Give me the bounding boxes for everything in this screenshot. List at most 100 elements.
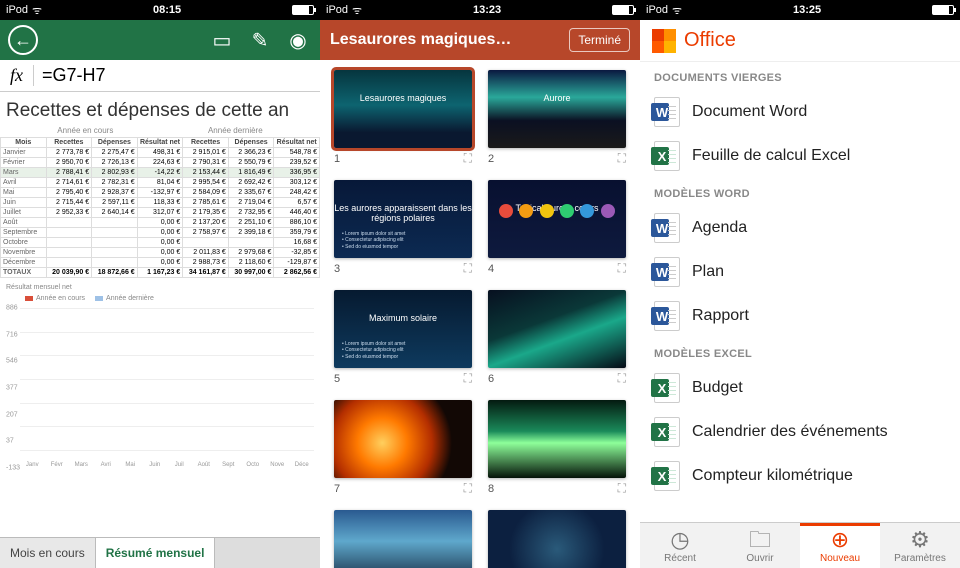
office-header: Office (640, 20, 960, 62)
col-header: Résultat net (137, 138, 183, 148)
gear-icon: ⚙ (880, 529, 960, 551)
bottom-tabs: ◷Récent 🗀Ouvrir ⊕Nouveau ⚙Paramètres (640, 522, 960, 568)
slide-thumb[interactable]: 10⛶ (488, 510, 626, 568)
wifi-icon: ᯤ (352, 3, 362, 18)
item-word-doc[interactable]: WDocument Word (640, 90, 960, 134)
tab-settings[interactable]: ⚙Paramètres (880, 523, 960, 568)
table-row[interactable]: Août0,00 €2 137,20 €2 251,10 €886,10 € (1, 218, 320, 228)
fx-icon: fx (0, 65, 34, 86)
slide-thumb[interactable]: Les aurores apparaissent dans les région… (334, 180, 472, 276)
battery-icon (932, 5, 954, 15)
col-header: Recettes (46, 138, 92, 148)
tab-month[interactable]: Mois en cours (0, 538, 96, 568)
table-row[interactable]: Juillet2 952,33 €2 640,14 €312,07 €2 179… (1, 208, 320, 218)
ios-status-bar: iPodᯤ 13:23 (320, 0, 640, 20)
battery-icon (612, 5, 634, 15)
excel-icon: X (654, 141, 680, 171)
table-row[interactable]: Juin2 715,44 €2 597,11 €118,33 €2 785,61… (1, 198, 320, 208)
slide-thumb[interactable]: Maximum solaire• Lorem ipsum dolor sit a… (334, 290, 472, 386)
expand-icon[interactable]: ⛶ (618, 371, 626, 386)
col-group-last: Année dernière (208, 126, 263, 135)
chart-title: Résultat mensuel net (0, 278, 320, 293)
col-header: Dépenses (228, 138, 274, 148)
expand-icon[interactable]: ⛶ (464, 261, 472, 276)
expand-icon[interactable]: ⛶ (464, 151, 472, 166)
item-calendar[interactable]: XCalendrier des événements (640, 410, 960, 454)
col-header: Dépenses (92, 138, 138, 148)
done-button[interactable]: Terminé (569, 28, 630, 52)
expand-icon[interactable]: ⛶ (618, 261, 626, 276)
clock: 13:23 (362, 4, 612, 16)
col-header: Recettes (183, 138, 229, 148)
excel-toolbar: ← ▭ ✎ ◉ (0, 20, 320, 60)
tab-new[interactable]: ⊕Nouveau (800, 523, 880, 568)
slide-thumb[interactable]: 8⛶ (488, 400, 626, 496)
tab-recent[interactable]: ◷Récent (640, 523, 720, 568)
slide-thumb[interactable]: Typical aurora colors4⛶ (488, 180, 626, 276)
formula-bar[interactable]: fx =G7-H7 (0, 60, 320, 92)
bar-chart: JanvFévrMarsAvriMaiJuinJuilAoûtSeptOctoN… (6, 308, 314, 468)
expand-icon[interactable]: ⛶ (618, 481, 626, 496)
wifi-icon: ᯤ (672, 3, 682, 18)
section-blank: DOCUMENTS VIERGES (640, 62, 960, 90)
new-sheet-icon[interactable]: ▭ (208, 28, 236, 53)
item-budget[interactable]: XBudget (640, 366, 960, 410)
ppt-toolbar: Lesaurores magiques… Terminé (320, 20, 640, 60)
col-group-current: Année en cours (57, 126, 113, 135)
excel-icon: X (654, 417, 680, 447)
word-icon: W (654, 97, 680, 127)
expand-icon[interactable]: ⛶ (464, 371, 472, 386)
folder-icon: 🗀 (720, 529, 800, 551)
office-logo-icon (652, 29, 676, 53)
excel-icon: X (654, 373, 680, 403)
table-row[interactable]: Mars2 788,41 €2 802,93 €-14,22 €2 153,44… (1, 168, 320, 178)
word-icon: W (654, 301, 680, 331)
slide-thumb[interactable]: Lesaurores magiques1⛶ (334, 70, 472, 166)
table-row[interactable]: Octobre0,00 €16,68 € (1, 238, 320, 248)
word-icon: W (654, 257, 680, 287)
battery-icon (292, 5, 314, 15)
section-excel-tpl: MODÈLES EXCEL (640, 338, 960, 366)
spreadsheet-table[interactable]: MoisRecettesDépensesRésultat netRecettes… (0, 137, 320, 278)
expand-icon[interactable]: ⛶ (464, 481, 472, 496)
item-excel-sheet[interactable]: XFeuille de calcul Excel (640, 134, 960, 178)
wifi-icon: ᯤ (32, 3, 42, 18)
table-row[interactable]: Mai2 795,40 €2 928,37 €-132,97 €2 584,09… (1, 188, 320, 198)
sheet-title: Recettes et dépenses de cette an (0, 92, 320, 124)
edit-icon[interactable]: ✎ (246, 28, 274, 53)
clock-icon: ◷ (640, 529, 720, 551)
totals-row: TOTAUX20 039,90 €18 872,66 €1 167,23 €34… (1, 268, 320, 278)
item-plan[interactable]: WPlan (640, 250, 960, 294)
item-agenda[interactable]: WAgenda (640, 206, 960, 250)
expand-icon[interactable]: ⛶ (618, 151, 626, 166)
formula-input[interactable]: =G7-H7 (34, 65, 106, 86)
back-button[interactable]: ← (8, 25, 38, 55)
table-row[interactable]: Novembre0,00 €2 011,83 €2 979,68 €-32,85… (1, 248, 320, 258)
word-icon: W (654, 213, 680, 243)
add-doc-icon: ⊕ (800, 529, 880, 551)
table-row[interactable]: Septembre0,00 €2 758,97 €2 399,18 €359,7… (1, 228, 320, 238)
clock: 13:25 (682, 4, 932, 16)
table-row[interactable]: Décembre0,00 €2 988,73 €2 118,60 €-129,8… (1, 258, 320, 268)
ios-status-bar: iPodᯤ 08:15 (0, 0, 320, 20)
chart-legend: Année en cours Année dernière (0, 293, 320, 304)
slide-thumb[interactable]: 6⛶ (488, 290, 626, 386)
item-rapport[interactable]: WRapport (640, 294, 960, 338)
table-row[interactable]: Avril2 714,61 €2 782,31 €81,04 €2 995,54… (1, 178, 320, 188)
tab-summary[interactable]: Résumé mensuel (96, 538, 216, 568)
section-word-tpl: MODÈLES WORD (640, 178, 960, 206)
item-km[interactable]: XCompteur kilométrique (640, 454, 960, 498)
table-row[interactable]: Février2 950,70 €2 726,13 €224,63 €2 790… (1, 158, 320, 168)
col-header: Résultat net (274, 138, 320, 148)
slide-thumb[interactable]: Aurore2⛶ (488, 70, 626, 166)
tab-open[interactable]: 🗀Ouvrir (720, 523, 800, 568)
slide-thumb[interactable]: 7⛶ (334, 400, 472, 496)
presentation-title: Lesaurores magiques… (330, 31, 569, 49)
clock: 08:15 (42, 4, 292, 16)
slide-thumb[interactable]: 9⛶ (334, 510, 472, 568)
col-header: Mois (1, 138, 47, 148)
excel-icon: X (654, 461, 680, 491)
table-row[interactable]: Janvier2 773,78 €2 275,47 €498,31 €2 915… (1, 148, 320, 158)
preview-icon[interactable]: ◉ (284, 28, 312, 53)
slide-grid[interactable]: Lesaurores magiques1⛶Aurore2⛶Les aurores… (320, 60, 640, 568)
